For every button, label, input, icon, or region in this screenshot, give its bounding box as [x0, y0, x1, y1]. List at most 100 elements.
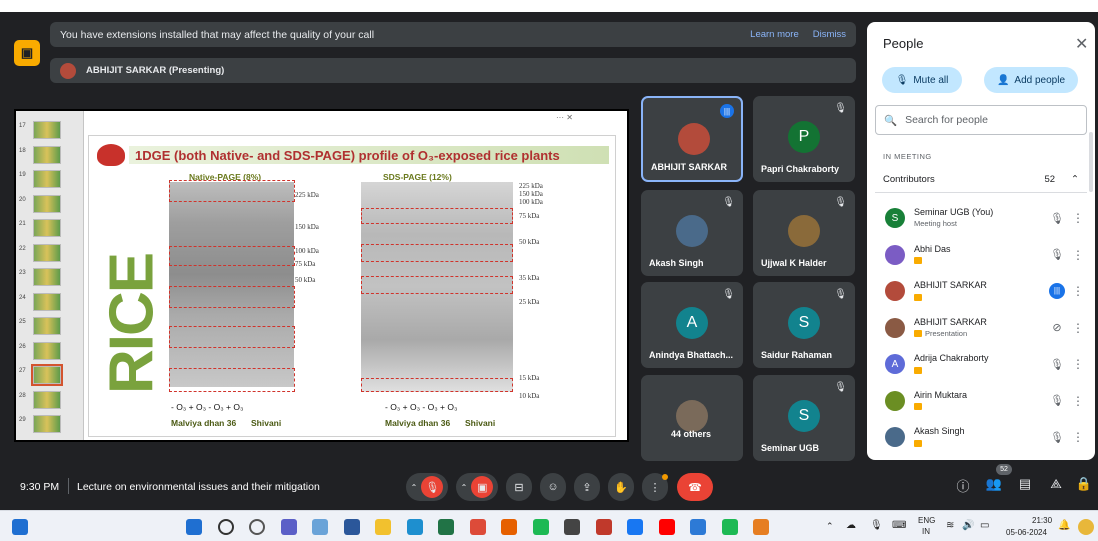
- presentation-tag-icon: [914, 439, 922, 447]
- slide-thumbnail[interactable]: 26: [19, 341, 79, 362]
- chevron-up-icon[interactable]: ⌃: [1071, 174, 1079, 185]
- mic-off-icon[interactable]: 🎙: [1045, 431, 1069, 444]
- slide-thumbnail[interactable]: 20: [19, 194, 79, 215]
- slide-thumbnail[interactable]: 29: [19, 415, 79, 435]
- participant-tile[interactable]: 🎙 Ujjwal K Halder: [753, 190, 855, 276]
- mic-off-icon[interactable]: 🎙: [1045, 358, 1069, 371]
- close-icon[interactable]: ✕: [1075, 34, 1088, 54]
- excel-icon[interactable]: [438, 519, 454, 535]
- more-vert-icon[interactable]: ⋮: [1069, 357, 1087, 371]
- notification-icon[interactable]: 🔔: [1058, 520, 1070, 531]
- volume-icon[interactable]: 🔊: [962, 520, 974, 531]
- presentation-off-icon[interactable]: ⊘: [1045, 321, 1069, 334]
- captions-button[interactable]: ⊟: [506, 473, 532, 501]
- chat-icon[interactable]: ▤: [1015, 476, 1035, 492]
- slide-thumbnail[interactable]: 25: [19, 317, 79, 337]
- paint-icon[interactable]: [753, 519, 769, 535]
- contributors-section[interactable]: Contributors 52 ⌃: [875, 167, 1087, 193]
- facebook-icon[interactable]: [627, 519, 643, 535]
- info-icon[interactable]: ⓘ: [953, 476, 973, 495]
- keyboard-icon[interactable]: ⌨: [892, 520, 906, 531]
- participant-tile[interactable]: 44 others: [641, 375, 743, 461]
- add-people-button[interactable]: 👤 Add people: [984, 67, 1078, 93]
- start-icon[interactable]: [186, 519, 202, 535]
- mic-off-icon[interactable]: 🎙: [1045, 394, 1069, 407]
- chrome-icon[interactable]: [469, 519, 486, 535]
- microphone-toggle[interactable]: ⌃ 🎙: [406, 473, 448, 501]
- participant-tile[interactable]: 🎙 Akash Singh: [641, 190, 743, 276]
- word-icon[interactable]: [343, 519, 360, 535]
- more-vert-icon[interactable]: ⋮: [1069, 394, 1087, 408]
- task-view-icon[interactable]: [249, 519, 265, 535]
- copilot-app-icon[interactable]: [312, 519, 328, 535]
- more-vert-icon[interactable]: ⋮: [1069, 248, 1087, 262]
- slide-thumbnail[interactable]: 23: [19, 268, 79, 288]
- participant-row[interactable]: A Adrija Chakraborty 🎙 ⋮: [875, 346, 1087, 382]
- scrollbar[interactable]: [1089, 132, 1093, 192]
- clock-time[interactable]: 21:30: [1032, 516, 1052, 525]
- slide-thumbnail[interactable]: 17: [19, 121, 79, 141]
- slide-thumbnail[interactable]: 24: [19, 292, 79, 313]
- more-vert-icon[interactable]: ⋮: [1069, 321, 1087, 335]
- participant-tile[interactable]: P 🎙 Papri Chakraborty: [753, 96, 855, 182]
- teams-icon[interactable]: [280, 519, 297, 535]
- slide-thumbnails-pane[interactable]: 17 18 19 20 21 22 23 24 25 26 27 28 29: [16, 111, 84, 440]
- clock-date[interactable]: 05-06-2024: [1006, 528, 1047, 537]
- leave-call-button[interactable]: ☎: [677, 473, 713, 501]
- calculator-icon[interactable]: [564, 519, 580, 535]
- slide-thumbnail[interactable]: 21: [19, 219, 79, 239]
- mute-all-button[interactable]: 🎙 Mute all: [882, 67, 962, 93]
- people-icon[interactable]: 👥: [984, 476, 1004, 492]
- participant-tile[interactable]: S 🎙 Saidur Rahaman: [753, 282, 855, 368]
- camera-toggle[interactable]: ⌃ ▣: [456, 473, 498, 501]
- dismiss-link[interactable]: Dismiss: [813, 29, 846, 40]
- file-explorer-icon[interactable]: [375, 519, 391, 535]
- edge-icon[interactable]: [406, 519, 423, 535]
- youtube-icon[interactable]: [658, 519, 675, 535]
- participant-tile[interactable]: A 🎙 Anindya Bhattach...: [641, 282, 743, 368]
- raise-hand-button[interactable]: ✋: [608, 473, 634, 501]
- slide-thumbnail[interactable]: 22: [19, 243, 79, 264]
- reactions-button[interactable]: ☺: [540, 473, 566, 501]
- participant-row[interactable]: ABHIJIT SARKAR ||| ⋮: [875, 273, 1087, 309]
- search-icon[interactable]: [217, 519, 234, 535]
- slide-thumbnail[interactable]: 28: [19, 390, 79, 411]
- present-button[interactable]: ⇪: [574, 473, 600, 501]
- language-indicator[interactable]: ENG: [918, 516, 935, 525]
- more-vert-icon[interactable]: ⋮: [1069, 284, 1087, 298]
- chevron-up-icon[interactable]: ⌃: [826, 521, 834, 532]
- participant-row[interactable]: S Seminar UGB (You) Meeting host 🎙 ⋮: [875, 200, 1087, 236]
- widgets-icon[interactable]: [12, 519, 28, 535]
- spotify-icon[interactable]: [532, 519, 549, 535]
- slide-thumbnail[interactable]: 27: [19, 364, 79, 386]
- slide-thumbnail[interactable]: 18: [19, 145, 79, 166]
- battery-icon[interactable]: ▭: [980, 520, 989, 531]
- participant-row[interactable]: Akash Singh 🎙 ⋮: [875, 419, 1087, 455]
- more-vert-icon[interactable]: ⋮: [1069, 211, 1087, 225]
- participant-row[interactable]: ABHIJIT SARKAR Presentation ⊘ ⋮: [875, 310, 1087, 346]
- cloud-icon[interactable]: ☁: [846, 520, 856, 531]
- participant-row[interactable]: Airin Muktara 🎙 ⋮: [875, 383, 1087, 419]
- app-icon[interactable]: [595, 519, 612, 535]
- participant-row[interactable]: Abhi Das 🎙 ⋮: [875, 237, 1087, 273]
- search-input[interactable]: 🔍 Search for people: [875, 105, 1087, 135]
- firefox-icon[interactable]: [501, 519, 517, 535]
- slide-thumbnail[interactable]: 19: [19, 170, 79, 190]
- mic-off-icon[interactable]: 🎙: [1045, 248, 1069, 261]
- more-vert-icon[interactable]: ⋮: [1069, 430, 1087, 444]
- mic-off-icon[interactable]: 🎙: [1045, 212, 1069, 225]
- slide-number: 23: [19, 270, 26, 276]
- spotify-icon[interactable]: [721, 519, 738, 535]
- participant-tile[interactable]: S 🎙 Seminar UGB: [753, 375, 855, 461]
- speaking-indicator-icon[interactable]: |||: [1049, 283, 1065, 299]
- participant-avatar: [676, 400, 708, 432]
- participant-tile[interactable]: ||| ABHIJIT SARKAR: [641, 96, 743, 182]
- learn-more-link[interactable]: Learn more: [750, 29, 799, 40]
- window-controls[interactable]: ··· ✕: [556, 113, 573, 122]
- lock-icon[interactable]: 🔒: [1074, 476, 1094, 492]
- wifi-icon[interactable]: ≋: [946, 520, 954, 531]
- copilot-icon[interactable]: [1078, 519, 1094, 535]
- microphone-icon[interactable]: 🎙: [870, 520, 883, 531]
- notepad-icon[interactable]: [690, 519, 706, 535]
- activities-icon[interactable]: ⟁: [1046, 476, 1066, 492]
